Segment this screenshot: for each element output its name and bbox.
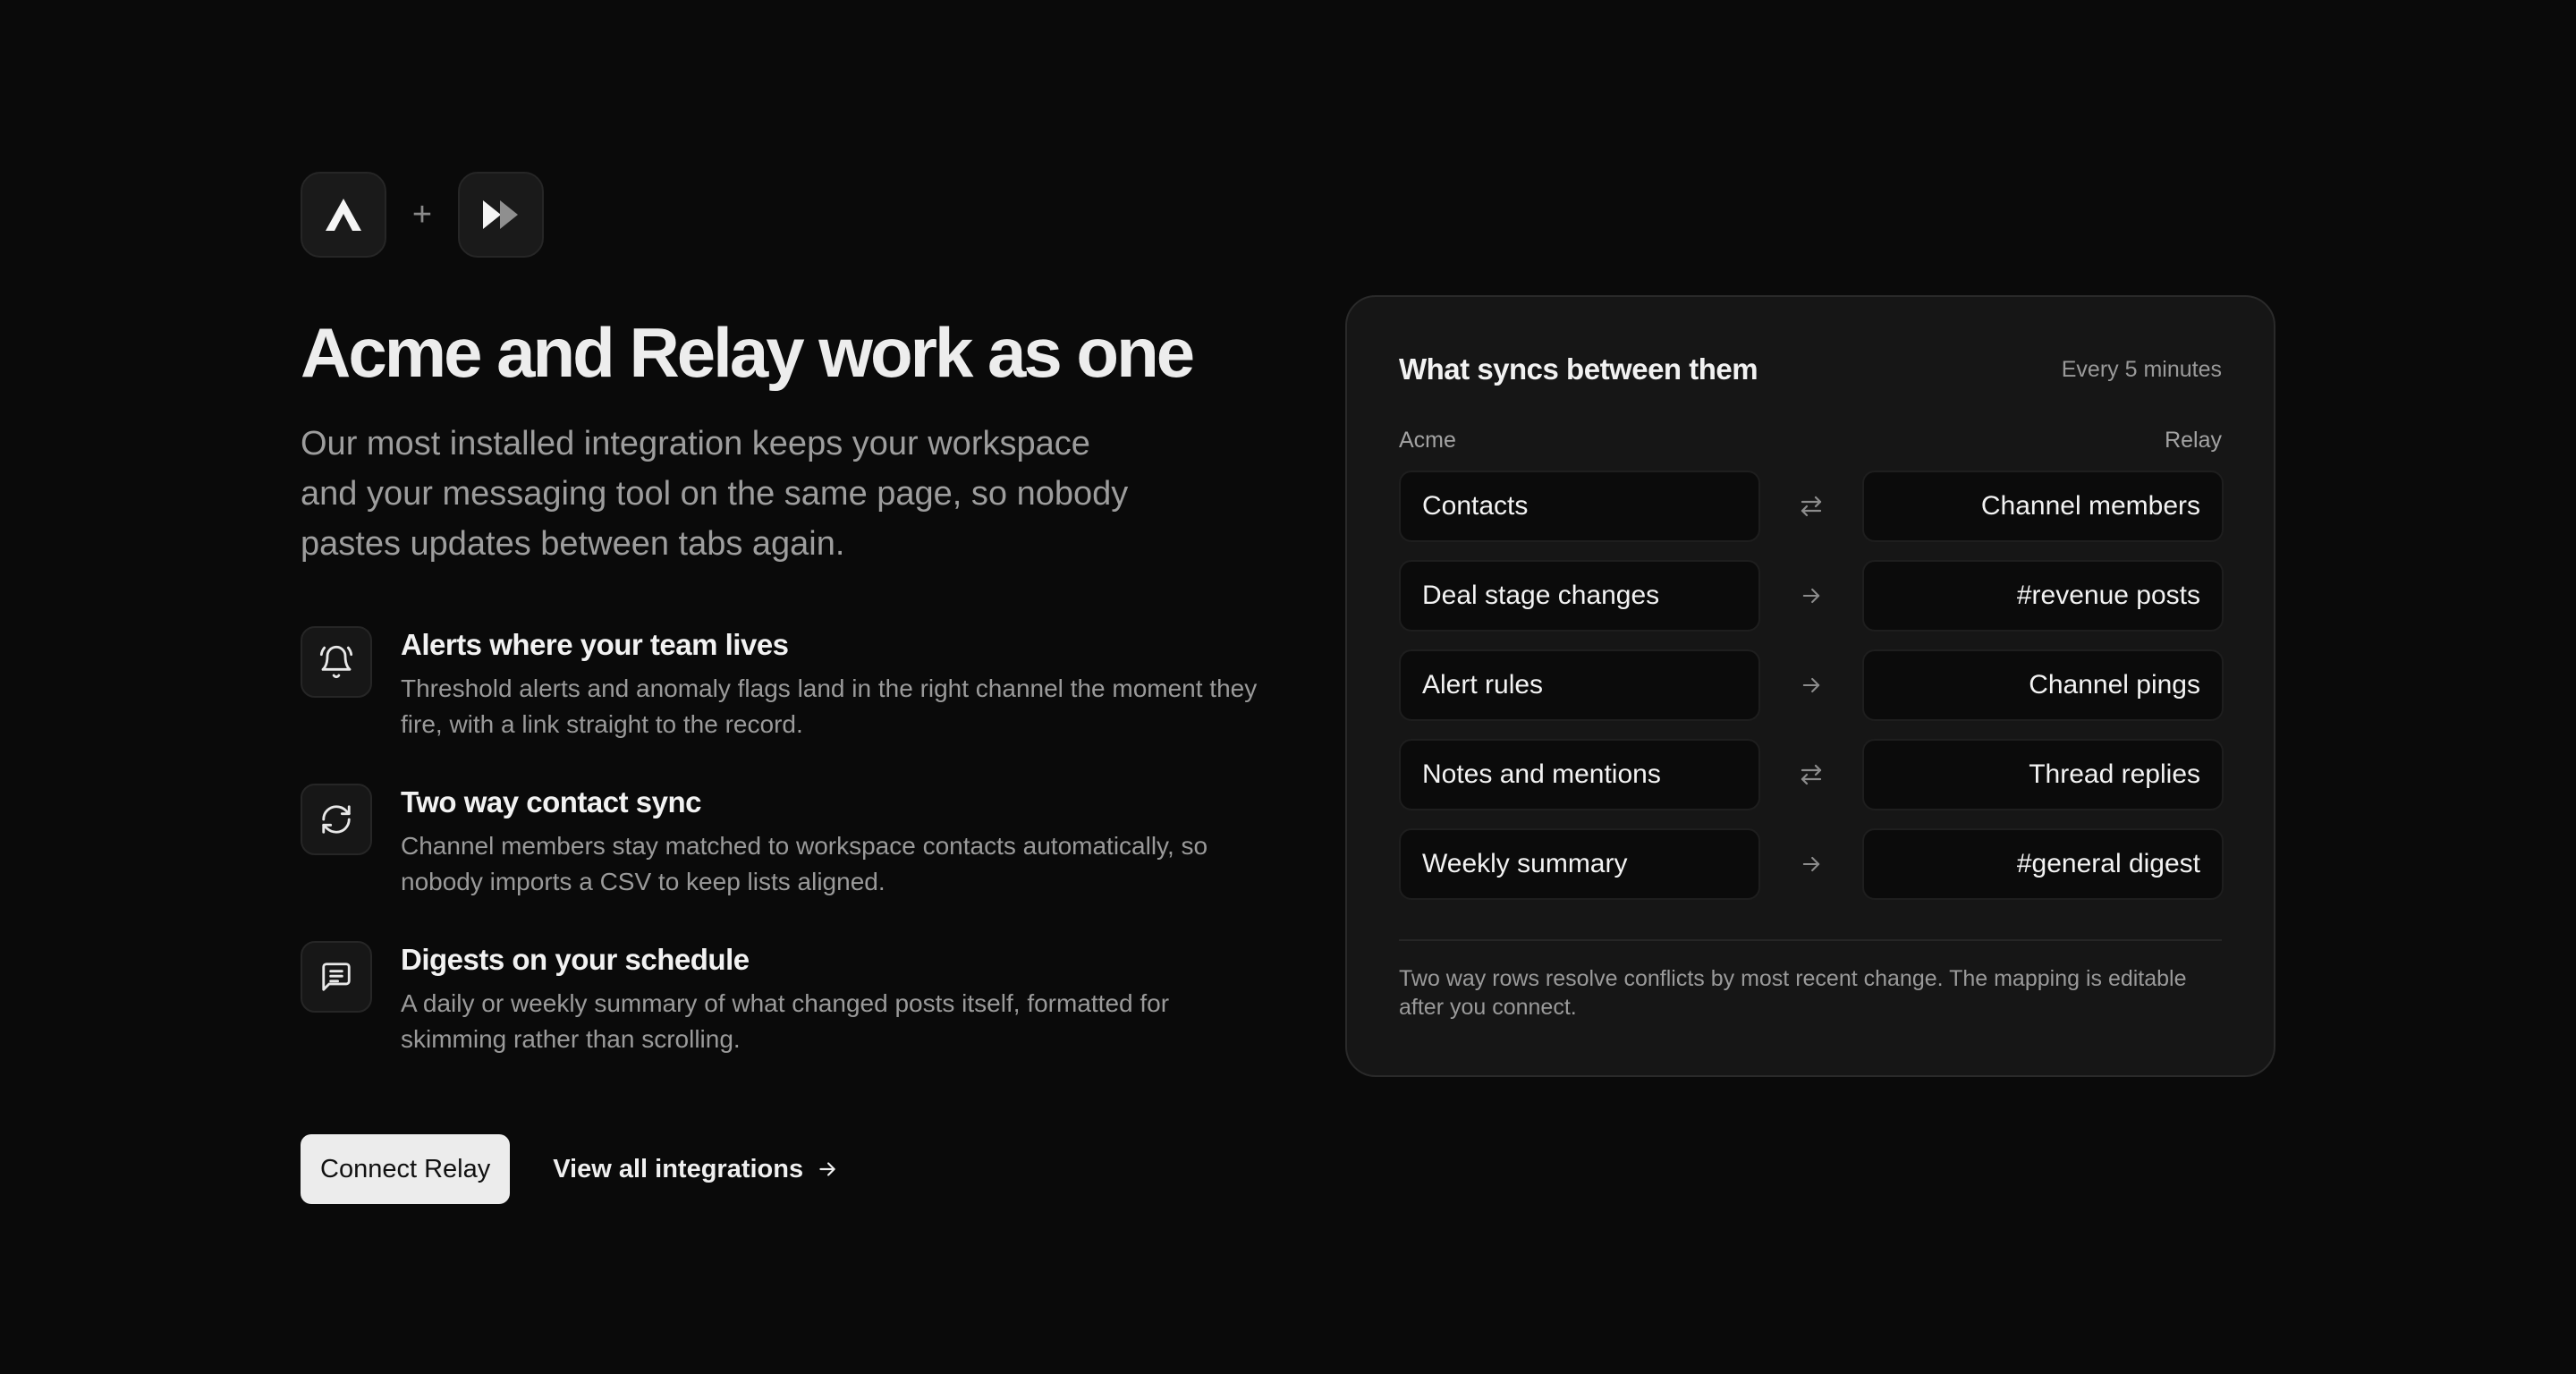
feature-list: Alerts where your team lives Threshold a…: [301, 626, 1257, 1098]
sync-footnote: Two way rows resolve conflicts by most r…: [1399, 966, 2187, 1020]
sync-rows: Contacts Channel members Deal stage chan…: [1399, 471, 2224, 918]
sync-source: Weekly summary: [1399, 828, 1760, 900]
feature-body: Digests on your schedule A daily or week…: [401, 941, 1277, 1057]
feature-item: Digests on your schedule A daily or week…: [301, 941, 1249, 1098]
hero-section: + Acme and Relay work as one Our most in…: [301, 172, 1257, 1204]
sync-source: Deal stage changes: [1399, 560, 1760, 632]
feature-body: Two way contact sync Channel members sta…: [401, 784, 1277, 900]
two-way-arrows-icon: [1760, 493, 1862, 520]
card-divider: [1399, 939, 2222, 941]
arrow-right-icon: [816, 1158, 839, 1181]
sync-row: Contacts Channel members: [1399, 471, 2224, 542]
sync-source: Alert rules: [1399, 649, 1760, 721]
integration-page: + Acme and Relay work as one Our most in…: [0, 0, 2576, 1374]
sync-source: Notes and mentions: [1399, 739, 1760, 810]
sync-row: Notes and mentions Thread replies: [1399, 739, 2224, 810]
sync-row: Deal stage changes #revenue posts: [1399, 560, 2224, 632]
feature-description: A daily or weekly summary of what change…: [401, 989, 1170, 1053]
column-header-relay: Relay: [2165, 428, 2222, 453]
sync-card-title: What syncs between them: [1399, 352, 1758, 386]
feature-description: Channel members stay matched to workspac…: [401, 832, 1208, 895]
connect-relay-button[interactable]: Connect Relay: [301, 1134, 511, 1204]
feature-item: Alerts where your team lives Threshold a…: [301, 626, 1257, 784]
feature-description: Threshold alerts and anomaly flags land …: [401, 674, 1258, 738]
view-all-integrations-label: View all integrations: [553, 1154, 804, 1183]
two-way-arrows-icon: [1760, 761, 1862, 788]
acme-logo: [301, 172, 386, 258]
relay-logo: [458, 172, 544, 258]
sync-row: Weekly summary #general digest: [1399, 828, 2224, 900]
feature-title: Digests on your schedule: [401, 943, 750, 976]
arrow-right-icon: [1760, 852, 1862, 877]
plus-sign: +: [411, 195, 433, 233]
arrow-right-icon: [1760, 583, 1862, 608]
feature-body: Alerts where your team lives Threshold a…: [401, 626, 1277, 742]
column-header-acme: Acme: [1399, 428, 1456, 453]
arrow-right-icon: [1760, 673, 1862, 698]
feature-title: Alerts where your team lives: [401, 628, 789, 661]
page-title: Acme and Relay work as one: [301, 313, 1195, 392]
relay-logo-mark: [483, 200, 518, 229]
sync-target: Channel pings: [1862, 649, 2224, 721]
sync-row: Alert rules Channel pings: [1399, 649, 2224, 721]
sync-target: #revenue posts: [1862, 560, 2224, 632]
sync-target: #general digest: [1862, 828, 2224, 900]
view-all-integrations-link[interactable]: View all integrations: [553, 1155, 839, 1184]
bell-icon: [301, 626, 372, 698]
message-icon: [301, 941, 372, 1013]
sync-target: Thread replies: [1862, 739, 2224, 810]
feature-item: Two way contact sync Channel members sta…: [301, 784, 1249, 941]
feature-title: Two way contact sync: [401, 785, 701, 818]
sync-card: What syncs between them Every 5 minutes …: [1345, 295, 2275, 1077]
refresh-icon: [301, 784, 372, 855]
sync-target: Channel members: [1862, 471, 2224, 542]
sync-frequency: Every 5 minutes: [2061, 356, 2222, 382]
sync-source: Contacts: [1399, 471, 1760, 542]
sync-card-header: What syncs between them Every 5 minutes: [1399, 352, 2222, 386]
page-lede: Our most installed integration keeps you…: [301, 425, 1129, 563]
column-headers: Acme Relay: [1399, 428, 2222, 454]
cta-group: Connect Relay View all integrations: [301, 1134, 1249, 1204]
acme-logo-mark: [326, 199, 361, 231]
brand-logos: +: [301, 172, 1249, 258]
